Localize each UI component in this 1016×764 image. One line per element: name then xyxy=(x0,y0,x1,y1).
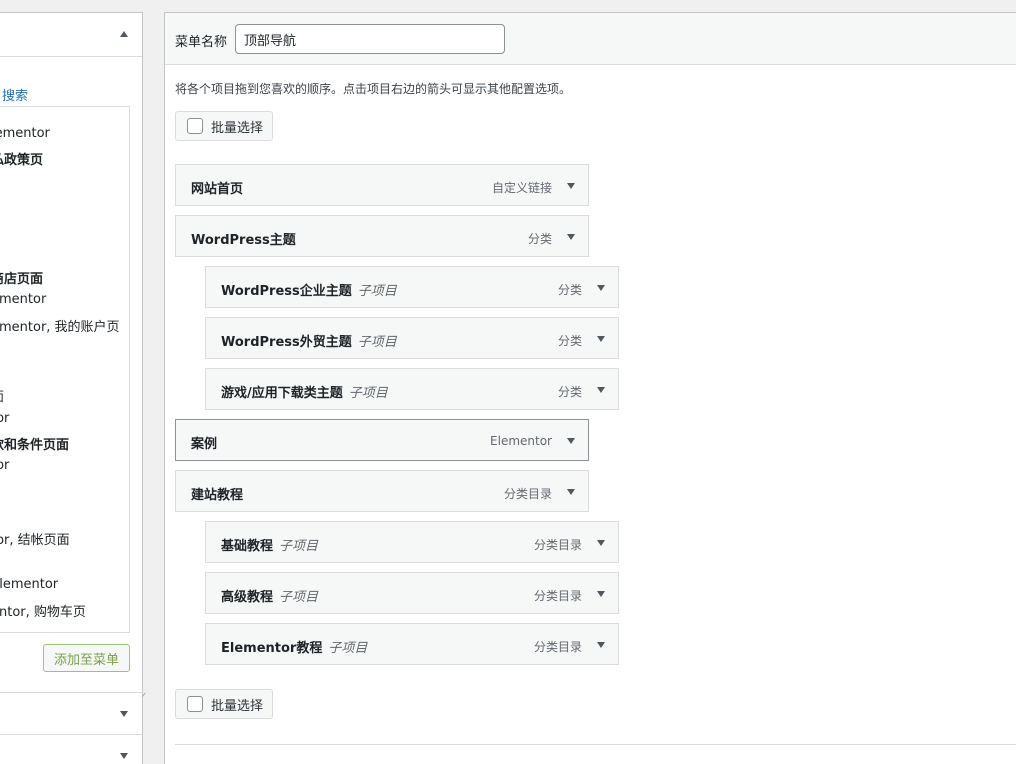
sub-item-label: 子项目 xyxy=(279,590,319,605)
list-item[interactable]: lementor xyxy=(0,126,50,141)
accordion-section[interactable] xyxy=(0,734,142,764)
menu-name-label: 菜单名称 xyxy=(175,35,228,50)
menu-item-title: 游戏/应用下载类主题 子项目 xyxy=(221,386,388,401)
menu-item-title: 基础教程 子项目 xyxy=(221,539,319,554)
list-item[interactable]: 面 xyxy=(0,386,4,405)
menu-item-type: Elementor xyxy=(490,434,552,448)
menu-item[interactable]: 高级教程 子项目 分类目录 xyxy=(205,572,619,614)
bulk-select-label: 批量选择 xyxy=(211,120,264,136)
list-item[interactable]: tor xyxy=(0,411,9,426)
instructions-text: 将各个项目拖到您喜欢的顺序。点击项目右边的箭头可显示其他配置选项。 xyxy=(175,82,572,96)
menu-header: 菜单名称 xyxy=(165,13,1016,65)
menu-item-title: 建站教程 xyxy=(191,488,244,503)
dropdown-arrow-icon[interactable] xyxy=(597,540,605,546)
menu-item-type: 自定义链接 xyxy=(491,181,552,195)
dropdown-arrow-icon[interactable] xyxy=(597,591,605,597)
menu-item[interactable]: 案例 Elementor xyxy=(175,419,589,461)
list-item[interactable]: Elementor xyxy=(0,577,58,592)
dropdown-arrow-icon[interactable] xyxy=(567,438,575,444)
sub-item-label: 子项目 xyxy=(279,539,319,554)
menu-editor: 菜单名称 将各个项目拖到您喜欢的顺序。点击项目右边的箭头可显示其他配置选项。 批… xyxy=(164,12,1016,764)
dropdown-arrow-icon[interactable] xyxy=(567,489,575,495)
menu-item-type: 分类 xyxy=(557,385,582,399)
menu-name-input[interactable] xyxy=(235,24,505,54)
menu-item[interactable]: Elementor教程 子项目 分类目录 xyxy=(205,623,619,665)
list-item[interactable]: entor, 购物车页 xyxy=(0,601,86,620)
dropdown-arrow-icon[interactable] xyxy=(567,183,575,189)
sub-item-label: 子项目 xyxy=(357,335,397,350)
bulk-select-top[interactable]: 批量选择 xyxy=(175,111,273,141)
menu-item-type: 分类目录 xyxy=(533,589,582,603)
sub-item-label: 子项目 xyxy=(328,641,368,656)
menu-item[interactable]: 建站教程 分类目录 xyxy=(175,470,589,512)
dropdown-arrow-icon[interactable] xyxy=(597,642,605,648)
menu-item-title: Elementor教程 子项目 xyxy=(221,641,368,656)
menu-item[interactable]: 基础教程 子项目 分类目录 xyxy=(205,521,619,563)
panel-header[interactable] xyxy=(0,13,142,57)
list-item[interactable]: 款和条件页面 xyxy=(0,434,69,453)
list-item[interactable]: tor, 结帐页面 xyxy=(0,529,70,548)
list-item[interactable]: ementor xyxy=(0,292,46,307)
accordion-section[interactable] xyxy=(0,692,142,734)
list-item[interactable]: ementor, 我的账户页 xyxy=(0,316,120,335)
menu-item-type: 分类 xyxy=(557,334,582,348)
search-tab-link[interactable]: 搜索 xyxy=(2,85,28,104)
bulk-select-label: 批量选择 xyxy=(211,698,264,714)
menu-item-type: 分类目录 xyxy=(503,487,552,501)
menu-item-type: 分类 xyxy=(527,232,552,246)
menu-item-title: 网站首页 xyxy=(191,182,244,197)
list-item[interactable]: 私政策页 xyxy=(0,149,43,168)
dropdown-arrow-icon[interactable] xyxy=(567,234,575,240)
menu-item[interactable]: 游戏/应用下载类主题 子项目 分类 xyxy=(205,368,619,410)
add-items-panel: 搜索 lementor 私政策页 商店页面 ementor ementor, 我… xyxy=(0,12,146,764)
chevron-down-icon[interactable] xyxy=(120,753,128,759)
chevron-up-icon[interactable] xyxy=(120,31,128,37)
menu-item-type: 分类目录 xyxy=(533,640,582,654)
menu-item[interactable]: WordPress主题 分类 xyxy=(175,215,589,257)
sub-item-label: 子项目 xyxy=(357,284,397,299)
bulk-select-bottom[interactable]: 批量选择 xyxy=(175,689,273,719)
list-item[interactable]: tor xyxy=(0,458,9,473)
menu-item[interactable]: WordPress企业主题 子项目 分类 xyxy=(205,266,619,308)
dropdown-arrow-icon[interactable] xyxy=(597,336,605,342)
dropdown-arrow-icon[interactable] xyxy=(597,387,605,393)
menu-item[interactable]: 网站首页 自定义链接 xyxy=(175,164,589,206)
menu-item-title: WordPress企业主题 子项目 xyxy=(221,284,397,299)
menu-item-title: 高级教程 子项目 xyxy=(221,590,319,605)
menu-item-title: WordPress外贸主题 子项目 xyxy=(221,335,397,350)
menu-item-type: 分类 xyxy=(557,283,582,297)
dropdown-arrow-icon[interactable] xyxy=(597,285,605,291)
bulk-select-checkbox[interactable] xyxy=(187,118,203,134)
chevron-down-icon[interactable] xyxy=(120,711,128,717)
add-to-menu-button[interactable]: 添加至菜单 xyxy=(43,644,130,672)
bulk-select-checkbox[interactable] xyxy=(187,696,203,712)
menu-item-title: 案例 xyxy=(191,437,218,452)
list-item[interactable]: 商店页面 xyxy=(0,268,43,287)
page-checklist: lementor 私政策页 商店页面 ementor ementor, 我的账户… xyxy=(0,106,130,633)
sub-item-label: 子项目 xyxy=(348,386,388,401)
menu-item-title: WordPress主题 xyxy=(191,233,296,248)
divider xyxy=(175,744,1016,745)
menu-item-type: 分类目录 xyxy=(533,538,582,552)
menu-item[interactable]: WordPress外贸主题 子项目 分类 xyxy=(205,317,619,359)
